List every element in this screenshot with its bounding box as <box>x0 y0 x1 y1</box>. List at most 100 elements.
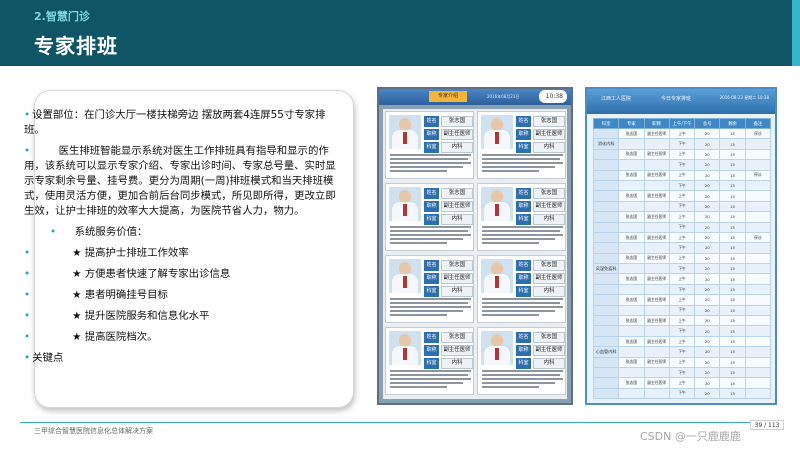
doctor-bio <box>390 370 471 394</box>
name-label: 姓名 <box>424 332 439 343</box>
name-label: 姓名 <box>424 116 439 127</box>
table-cell: 副主任医师 <box>643 211 670 223</box>
name-label: 姓名 <box>516 116 531 127</box>
table-cell: 20 <box>694 221 721 233</box>
table-cell: 15 <box>719 221 746 233</box>
table-cell: 15 <box>719 315 746 327</box>
table-row: 张志国 副主任医师 上午 20 15 <box>592 294 772 306</box>
table-cell: 15 <box>719 190 746 202</box>
table-cell: 副主任医师 <box>643 252 670 265</box>
doctor-title: 副主任医师 <box>533 201 565 212</box>
table-row: 张志国 副主任医师 上午 20 15 <box>592 211 772 223</box>
table-cell: 副主任医师 <box>643 335 670 348</box>
table-cell <box>592 179 620 192</box>
page-title: 专家排班 <box>34 34 118 58</box>
table-cell: 20 <box>694 200 721 213</box>
doctor-dept: 内科 <box>533 214 565 225</box>
table-cell: 下午 <box>668 387 696 400</box>
table-cell <box>643 304 670 317</box>
table-cell: 上午 <box>668 169 696 181</box>
table-cell: 上午 <box>668 211 696 223</box>
table-cell <box>592 294 620 306</box>
table-cell: 20 <box>694 335 721 348</box>
doctor-dept: 内科 <box>441 358 473 369</box>
name-label: 姓名 <box>424 260 439 271</box>
table-cell <box>618 304 645 317</box>
services-title: • 系统服务价值： <box>50 226 148 238</box>
table-cell: 15 <box>719 200 746 213</box>
doctor-name: 张志国 <box>533 116 565 127</box>
doctor-name: 张志国 <box>533 332 565 343</box>
table-cell: 张志国 <box>618 148 645 161</box>
table-cell: 下午 <box>668 346 696 358</box>
table-cell <box>744 273 772 285</box>
table-cell: 20 <box>694 387 721 400</box>
footer-divider <box>20 422 780 423</box>
table-cell <box>643 283 670 296</box>
table-cell <box>643 387 670 400</box>
table-row: 下午 20 15 <box>592 366 772 379</box>
table-cell: 20 <box>694 169 721 181</box>
table-cell <box>744 138 772 150</box>
table-cell: 下午 <box>668 221 696 233</box>
table-cell: 副主任医师 <box>643 356 670 369</box>
table-cell <box>744 179 772 192</box>
table-cell: 张志国 <box>618 356 645 369</box>
table-cell <box>744 387 772 400</box>
doctor-name: 张志国 <box>533 260 565 271</box>
table-cell: 20 <box>694 356 721 369</box>
table-cell <box>618 346 645 358</box>
doctor-card: 姓名 张志国 职称 副主任医师 科室 内科 <box>385 327 474 395</box>
table-cell: 下午 <box>668 138 696 150</box>
doctor-name: 张志国 <box>441 260 473 271</box>
table-cell <box>592 159 620 171</box>
table-cell <box>744 346 772 358</box>
doctor-name: 张志国 <box>441 188 473 199</box>
keypoint-item: • 关键点 <box>24 352 64 364</box>
doctor-card: 姓名 张志国 职称 副主任医师 科室 内科 <box>477 255 566 323</box>
table-cell: 20 <box>694 252 721 265</box>
table-header-cell: 科室 <box>592 118 620 129</box>
table-cell <box>592 377 620 389</box>
table-cell <box>592 325 620 337</box>
table-cell: 15 <box>719 325 746 337</box>
table-cell <box>592 273 620 285</box>
dept-label: 科室 <box>516 286 531 297</box>
hospital-name: 江西工人医院 <box>601 96 632 102</box>
table-cell <box>618 221 645 233</box>
doctor-bio <box>482 154 563 178</box>
dept-label: 科室 <box>424 358 439 369</box>
table-cell: 15 <box>719 283 746 296</box>
title-label: 职称 <box>516 129 531 140</box>
table-cell <box>618 179 645 192</box>
table-cell <box>744 304 772 317</box>
table-cell: 15 <box>719 356 746 369</box>
service-item: • ★ 提高护士排班工作效率 <box>24 247 189 259</box>
table-row: 张志国 副主任医师 上午 20 15 <box>592 377 772 389</box>
dept-label: 科室 <box>516 142 531 153</box>
table-cell: 下午 <box>668 304 696 317</box>
table-cell <box>643 263 670 275</box>
table-cell: 15 <box>719 387 746 400</box>
table-cell: 15 <box>719 252 746 265</box>
table-cell: 张志国 <box>618 294 645 306</box>
screen-badge: 专家介绍 <box>429 91 467 102</box>
doctor-title: 副主任医师 <box>441 129 473 140</box>
table-row: 张志国 副主任医师 上午 20 15 <box>592 315 772 327</box>
doctor-card: 姓名 张志国 职称 副主任医师 科室 内科 <box>477 111 566 179</box>
table-cell <box>744 252 772 265</box>
table-cell <box>744 221 772 233</box>
table-cell: 副主任医师 <box>643 273 670 285</box>
doctor-title: 副主任医师 <box>533 345 565 356</box>
doctor-title: 副主任医师 <box>533 129 565 140</box>
table-cell: 15 <box>719 242 746 254</box>
bullet: • <box>50 226 57 238</box>
doctor-title: 副主任医师 <box>441 201 473 212</box>
doctor-dept: 内科 <box>533 142 565 153</box>
table-cell: 上午 <box>668 315 696 327</box>
table-cell: 15 <box>719 294 746 306</box>
table-cell: 20 <box>694 148 721 161</box>
doctor-photo <box>481 259 513 293</box>
table-row: 张志国 副主任医师 上午 20 15 <box>592 148 772 161</box>
service-item: • ★ 患者明确挂号目标 <box>24 289 168 301</box>
